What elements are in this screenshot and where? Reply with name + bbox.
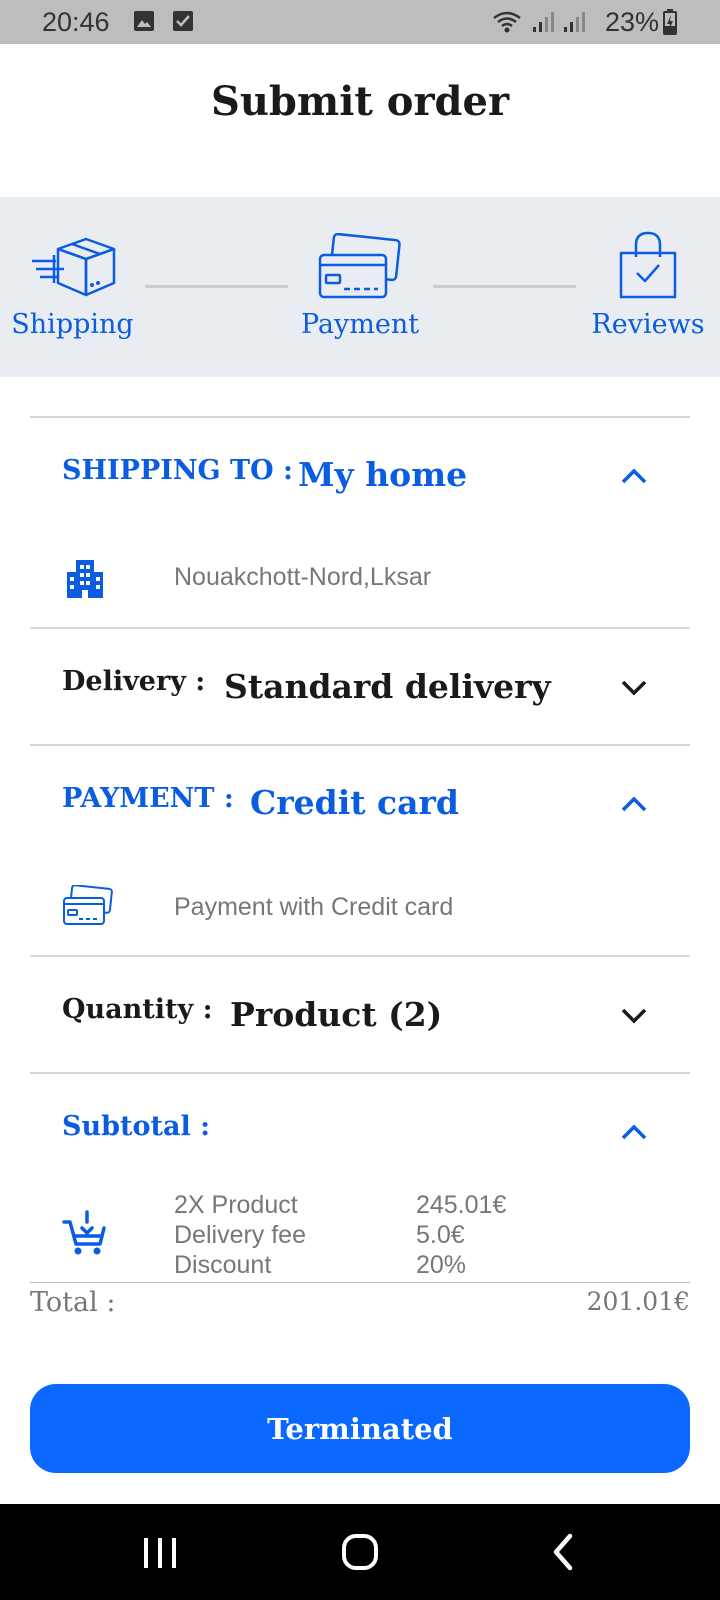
shipping-to-label: SHIPPING TO : bbox=[62, 455, 293, 486]
total-label: Total : bbox=[30, 1287, 116, 1318]
chevron-up-icon[interactable] bbox=[618, 1120, 650, 1144]
battery-charging-icon bbox=[663, 9, 677, 35]
box-shipping-icon bbox=[32, 237, 116, 297]
chevron-down-icon[interactable] bbox=[618, 676, 650, 700]
step-connector bbox=[145, 285, 288, 288]
recent-apps-icon[interactable] bbox=[140, 1532, 180, 1572]
divider bbox=[30, 744, 690, 746]
add-cart-icon bbox=[62, 1210, 106, 1255]
gallery-icon bbox=[134, 11, 154, 31]
chevron-down-icon[interactable] bbox=[618, 1004, 650, 1028]
shipping-address: Nouakchott-Nord,Lksar bbox=[174, 563, 432, 591]
shipping-destination[interactable]: My home bbox=[298, 455, 467, 494]
subtotal-item-value: 5.0€ bbox=[416, 1221, 465, 1249]
submit-order-button[interactable]: Terminated bbox=[30, 1384, 690, 1473]
subtotal-item-name: Discount bbox=[174, 1251, 272, 1279]
building-icon bbox=[67, 560, 103, 598]
step-connector bbox=[433, 285, 576, 288]
total-value: 201.01€ bbox=[586, 1287, 690, 1316]
status-bar: 20:46 23% bbox=[0, 0, 720, 44]
divider bbox=[30, 955, 690, 957]
credit-card-icon bbox=[318, 233, 401, 299]
credit-card-icon bbox=[63, 885, 113, 925]
payment-label: PAYMENT : bbox=[62, 783, 234, 814]
order-stepper: Shipping Payment Reviews bbox=[0, 197, 720, 377]
battery-percent: 23% bbox=[605, 7, 660, 37]
page-title: Submit order bbox=[210, 78, 510, 125]
back-icon[interactable] bbox=[548, 1532, 578, 1572]
quantity-label: Quantity : bbox=[62, 994, 213, 1025]
delivery-option[interactable]: Standard delivery bbox=[224, 667, 551, 706]
subtotal-item-value: 20% bbox=[416, 1251, 467, 1279]
step-payment-label[interactable]: Payment bbox=[288, 309, 432, 340]
delivery-label: Delivery : bbox=[62, 666, 206, 697]
payment-method[interactable]: Credit card bbox=[250, 783, 459, 822]
divider bbox=[30, 1282, 690, 1283]
payment-detail: Payment with Credit card bbox=[174, 893, 454, 921]
wifi-icon bbox=[493, 11, 521, 33]
signal-icon bbox=[564, 12, 585, 32]
home-icon[interactable] bbox=[340, 1532, 380, 1572]
check-box-icon bbox=[173, 11, 193, 31]
subtotal-values: 245.01€ 5.0€ 20% bbox=[416, 1190, 506, 1280]
subtotal-label: Subtotal : bbox=[62, 1111, 211, 1142]
divider bbox=[30, 1072, 690, 1074]
divider bbox=[30, 627, 690, 629]
chevron-up-icon[interactable] bbox=[618, 792, 650, 816]
step-reviews-label[interactable]: Reviews bbox=[578, 309, 718, 340]
quantity-value[interactable]: Product (2) bbox=[230, 995, 442, 1034]
subtotal-item-name: 2X Product bbox=[174, 1191, 298, 1219]
signal-icon bbox=[533, 12, 554, 32]
subtotal-items: 2X Product Delivery fee Discount bbox=[174, 1190, 306, 1280]
status-time: 20:46 bbox=[42, 7, 110, 37]
chevron-up-icon[interactable] bbox=[618, 464, 650, 488]
step-shipping-label[interactable]: Shipping bbox=[0, 309, 145, 340]
subtotal-item-name: Delivery fee bbox=[174, 1221, 306, 1249]
divider bbox=[30, 416, 690, 418]
navigation-bar bbox=[0, 1504, 720, 1600]
shopping-bag-check-icon bbox=[619, 231, 677, 299]
subtotal-item-value: 245.01€ bbox=[416, 1191, 507, 1219]
